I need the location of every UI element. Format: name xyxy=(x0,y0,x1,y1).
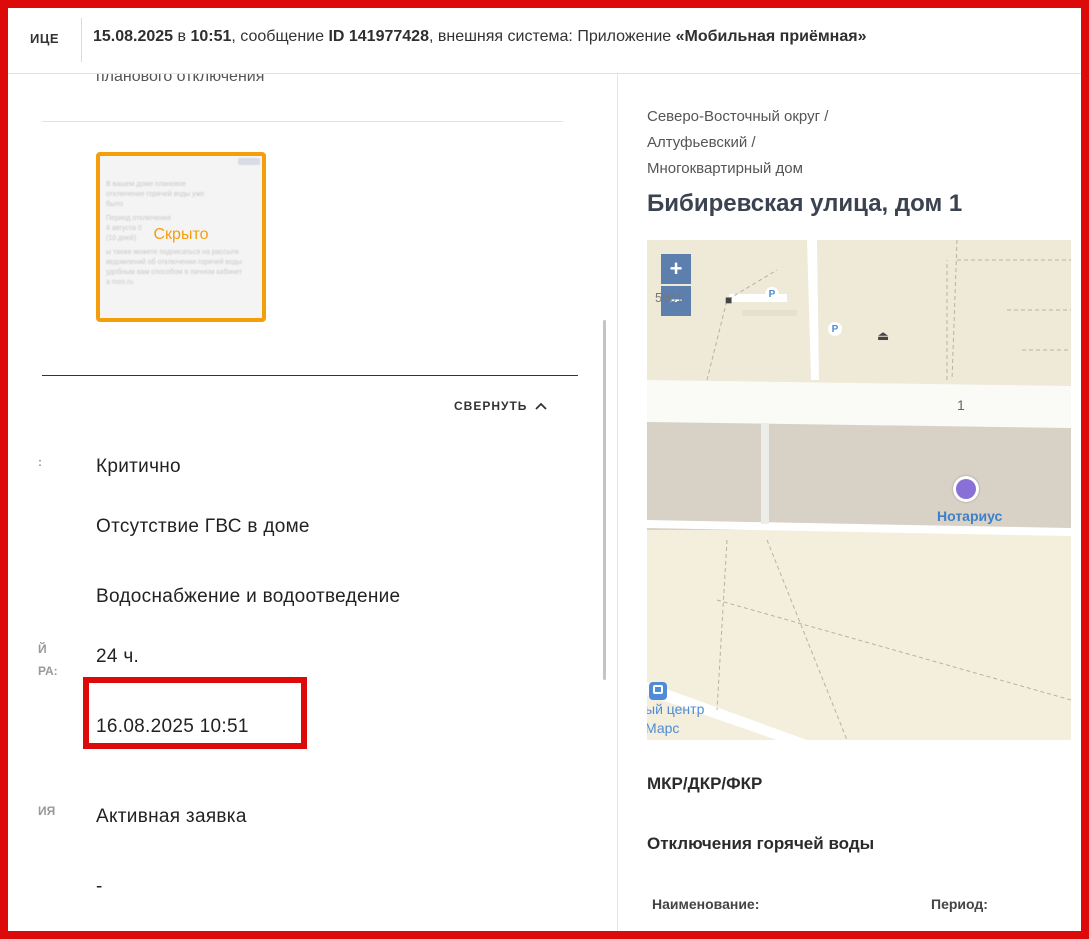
parking-icon: P xyxy=(828,322,842,336)
chevron-up-icon xyxy=(535,402,548,410)
system-prefix: , внешняя система: Приложение xyxy=(428,28,676,45)
word-in: в xyxy=(177,28,187,45)
field-label-partial: : xyxy=(38,455,42,469)
problem-value: Отсутствие ГВС в доме xyxy=(96,516,310,537)
message-header: ИЦЕ 15.08.2025 в 10:51, сообщение ID 141… xyxy=(8,8,1081,74)
shop-icon: ■ xyxy=(725,293,733,307)
poi-marker-icon[interactable] xyxy=(953,476,979,502)
status-value: Активная заявка xyxy=(96,806,247,827)
map-place-label: ый центр Марс xyxy=(647,700,704,738)
truncated-description: планового отключения xyxy=(96,74,265,85)
collapse-label: СВЕРНУТЬ xyxy=(454,399,528,413)
table-header-period: Период: xyxy=(931,896,988,912)
table-header-name: Наименование: xyxy=(652,896,760,912)
section-divider xyxy=(42,375,578,376)
left-scrollbar[interactable] xyxy=(603,320,606,680)
preview-line: было xyxy=(106,201,124,208)
map-building-number: 56с1 xyxy=(655,290,684,305)
poi-label[interactable]: Нотариус xyxy=(937,508,1002,524)
preview-badge xyxy=(238,158,260,165)
address-line: Алтуфьевский / Многоквартирный дом xyxy=(647,134,803,177)
location-map[interactable]: + − 56с1 P P ■ ⏏ 1 Нотариус ый центр Мар… xyxy=(647,240,1071,740)
preview-line: Период отключения xyxy=(106,215,171,222)
due-date-highlight xyxy=(83,677,307,749)
place-label-line: ый центр xyxy=(647,701,705,717)
zoom-in-button[interactable]: + xyxy=(661,254,691,284)
external-system-name: «Мобильная приёмная» xyxy=(675,28,867,45)
attachment-thumbnail[interactable]: В вашем доме плановое отключение горячей… xyxy=(96,152,266,322)
parking-icon: P xyxy=(765,287,779,301)
place-label-line: Марс xyxy=(647,720,680,736)
divider xyxy=(42,121,563,122)
message-time: 10:51 xyxy=(190,28,232,45)
address-line: Северо-Восточный округ / xyxy=(647,108,829,125)
breadcrumb-tail[interactable]: ИЦЕ xyxy=(30,31,59,46)
hot-water-section-title: Отключения горячей воды xyxy=(647,834,875,853)
deadline-value: 24 ч. xyxy=(96,646,140,667)
preview-line: удобным вам способом в личном кабинет xyxy=(106,269,243,276)
message-info: 15.08.2025 в 10:51, сообщение ID 1419774… xyxy=(93,28,866,46)
house-title: Бибиревская улица, дом 1 xyxy=(647,190,963,217)
request-details-panel: планового отключения В вашем доме планов… xyxy=(8,74,608,931)
priority-value: Критично xyxy=(96,456,181,477)
bus-stop-icon xyxy=(649,682,667,700)
address-panel: Северо-Восточный округ / Алтуфьевский / … xyxy=(618,74,1081,931)
map-zoom-controls: + − xyxy=(661,254,691,316)
extra-value: - xyxy=(96,876,103,897)
address-breadcrumb: Северо-Восточный округ / Алтуфьевский / … xyxy=(647,104,877,182)
preview-line: a mos.ru xyxy=(106,279,134,286)
repair-section-title: МКР/ДКР/ФКР xyxy=(647,774,763,793)
hidden-label: Скрыто xyxy=(153,226,209,243)
preview-line: ведомлений об отключении горячей воды xyxy=(106,259,242,266)
field-label-partial: Й xyxy=(38,642,47,656)
field-label-partial: ИЯ xyxy=(38,804,56,818)
map-background xyxy=(647,240,1071,740)
collapse-button[interactable]: СВЕРНУТЬ xyxy=(454,399,548,413)
message-id: ID 141977428 xyxy=(328,28,429,45)
header-separator xyxy=(81,18,82,62)
preview-line: В вашем доме плановое xyxy=(106,181,186,188)
message-date: 15.08.2025 xyxy=(93,28,174,45)
preview-line: отключение горячей воды уже xyxy=(106,191,205,198)
category-value: Водоснабжение и водоотведение xyxy=(96,586,401,607)
building-icon: ⏏ xyxy=(877,328,890,343)
map-house-number: 1 xyxy=(957,397,965,413)
field-label-partial: РА: xyxy=(38,664,58,678)
message-prefix: , сообщение xyxy=(231,28,329,45)
preview-line: ы также можете подписаться на рассылк xyxy=(106,249,239,256)
